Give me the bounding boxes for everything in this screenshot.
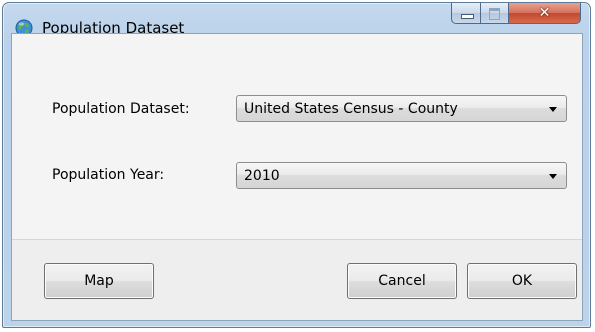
year-label: Population Year: xyxy=(52,167,165,183)
caption-buttons: ✕ xyxy=(451,3,581,24)
form-panel: Population Dataset: United States Census… xyxy=(12,34,582,239)
button-bar: Map Cancel OK xyxy=(12,239,582,320)
cancel-button[interactable]: Cancel xyxy=(347,263,457,299)
chevron-down-icon xyxy=(549,174,557,179)
close-icon: ✕ xyxy=(538,5,551,21)
year-dropdown-value: 2010 xyxy=(244,168,280,184)
chevron-down-icon xyxy=(549,107,557,112)
dialog-window: Population Dataset ✕ Population Dataset:… xyxy=(2,2,591,328)
dataset-label: Population Dataset: xyxy=(52,101,190,117)
minimize-icon xyxy=(461,14,474,19)
close-button[interactable]: ✕ xyxy=(509,3,581,24)
ok-button[interactable]: OK xyxy=(467,263,577,299)
year-dropdown[interactable]: 2010 xyxy=(236,162,567,189)
map-button[interactable]: Map xyxy=(44,263,154,299)
dialog-client-area: Population Dataset: United States Census… xyxy=(11,33,583,321)
dataset-dropdown[interactable]: United States Census - County xyxy=(236,95,567,122)
maximize-button[interactable] xyxy=(481,3,509,24)
minimize-button[interactable] xyxy=(451,3,481,24)
maximize-icon xyxy=(489,8,500,20)
dataset-dropdown-value: United States Census - County xyxy=(244,101,458,117)
